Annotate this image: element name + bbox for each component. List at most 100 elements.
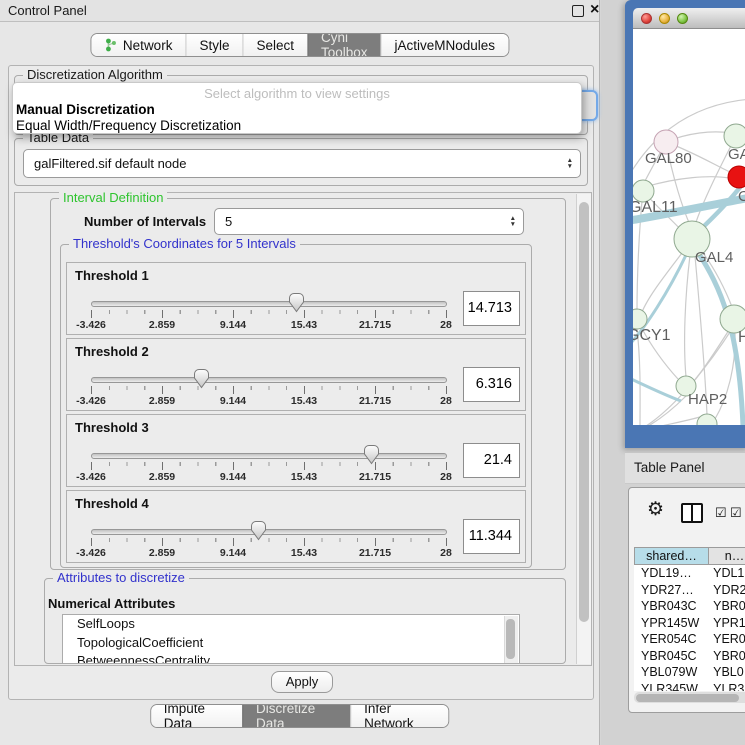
- tick-label: -3.426: [66, 547, 116, 559]
- tick-label: 15.43: [279, 471, 329, 483]
- threshold-label: Threshold 3: [75, 420, 149, 435]
- column-header-name[interactable]: n…: [709, 547, 745, 565]
- numerical-attributes-label: Numerical Attributes: [48, 596, 175, 611]
- checkbox-icon[interactable]: ☑: [715, 505, 727, 521]
- tab-infer-network[interactable]: Infer Network: [350, 705, 448, 727]
- dropdown-option-manual[interactable]: Manual Discretization: [16, 102, 155, 117]
- tick-label: 9.144: [208, 319, 258, 331]
- list-scrollbar-track[interactable]: [504, 616, 518, 664]
- table-row[interactable]: YDR27…YDR2…: [634, 582, 745, 599]
- tab-jactivemnodules[interactable]: jActiveMNodules: [381, 34, 509, 56]
- dropdown-prompt: Select algorithm to view settings: [13, 86, 581, 101]
- column-header-shared[interactable]: shared…: [634, 547, 709, 565]
- threshold-2-panel: Threshold 2 -3.426 2.859 9.144 15.43 21.…: [66, 338, 526, 411]
- node-label-gcy1: GCY1: [633, 327, 671, 344]
- threshold-3-panel: Threshold 3 -3.426 2.859 9.144 15.43 21.…: [66, 414, 526, 487]
- close-icon[interactable]: ×: [590, 1, 599, 19]
- cell: YER0…: [707, 631, 745, 648]
- close-traffic-light-icon[interactable]: [641, 13, 652, 24]
- table-row[interactable]: YLR345WYLR3…: [634, 681, 745, 692]
- tab-style[interactable]: Style: [185, 34, 242, 56]
- table-row[interactable]: YBR043CYBR0…: [634, 598, 745, 615]
- threshold-label: Threshold 2: [75, 344, 149, 359]
- slider-ticks: [91, 386, 448, 394]
- horizontal-scrollbar-thumb[interactable]: [636, 694, 739, 702]
- list-item[interactable]: SelfLoops: [63, 615, 519, 634]
- tab-impute-data[interactable]: Impute Data: [151, 705, 242, 727]
- numerical-attributes-list: SelfLoops TopologicalCoefficient Between…: [62, 614, 520, 664]
- tick-label: 9.144: [208, 547, 258, 559]
- tab-discretize-data[interactable]: Discretize Data: [242, 705, 350, 727]
- network-graph: GAL80 GA GAL11 GAL4 C GCY1 H HAP2: [633, 29, 745, 425]
- table-body: YDL19…YDL1… YDR27…YDR2… YBR043CYBR0… YPR…: [634, 565, 745, 691]
- threshold-value-field[interactable]: 14.713: [463, 291, 520, 326]
- slider-ticks: [91, 310, 448, 318]
- node-label-cut-top: GA: [728, 146, 745, 163]
- tick-label: 21.715: [350, 395, 400, 407]
- table-row[interactable]: YBR045CYBR0…: [634, 648, 745, 665]
- threshold-label: Threshold 4: [75, 496, 149, 511]
- list-scrollbar-thumb[interactable]: [506, 619, 515, 659]
- minimize-traffic-light-icon[interactable]: [659, 13, 670, 24]
- node-cut-bottom[interactable]: [697, 414, 717, 425]
- tick-label: 21.715: [350, 547, 400, 559]
- node-selected-red[interactable]: [728, 166, 745, 188]
- tab-label: Impute Data: [164, 704, 229, 728]
- checkbox-icon[interactable]: ☑: [730, 505, 742, 521]
- tab-select[interactable]: Select: [242, 34, 307, 56]
- cell: YDL19…: [634, 565, 707, 582]
- table-panel-titlebar: Table Panel: [625, 452, 745, 484]
- apply-button[interactable]: Apply: [271, 671, 333, 693]
- screen: Control Panel × Network Style Select Cyn…: [0, 0, 745, 745]
- table-row[interactable]: YPR145WYPR1…: [634, 615, 745, 632]
- tick-label: 2.859: [137, 319, 187, 331]
- network-tab-icon: [104, 38, 117, 52]
- number-of-intervals-combo[interactable]: 5 ▲▼: [214, 208, 524, 235]
- tab-label: Cyni Toolbox: [321, 33, 368, 57]
- tab-network[interactable]: Network: [91, 34, 186, 56]
- node-cut-top-right[interactable]: [724, 124, 745, 148]
- tick-label: 15.43: [279, 547, 329, 559]
- tick-label: 9.144: [208, 471, 258, 483]
- tab-cyni-toolbox[interactable]: Cyni Toolbox: [307, 34, 381, 56]
- tab-label: Style: [199, 38, 229, 53]
- panel-scrollbar-thumb[interactable]: [579, 202, 589, 622]
- table-row[interactable]: YER054CYER0…: [634, 631, 745, 648]
- dropdown-option-equal-width[interactable]: Equal Width/Frequency Discretization: [16, 118, 241, 133]
- float-window-icon[interactable]: [572, 5, 584, 17]
- control-panel-titlebar: Control Panel ×: [0, 0, 599, 22]
- tick-label: -3.426: [66, 395, 116, 407]
- cell: YLR345W: [634, 681, 707, 692]
- slider-track[interactable]: [91, 377, 447, 383]
- table-panel-title: Table Panel: [634, 460, 705, 475]
- tab-label: jActiveMNodules: [395, 38, 496, 53]
- algorithm-dropdown-popup: Select algorithm to view settings Manual…: [12, 82, 582, 134]
- slider-track[interactable]: [91, 529, 447, 535]
- network-canvas[interactable]: GAL80 GA GAL11 GAL4 C GCY1 H HAP2: [633, 29, 745, 425]
- group-title: Threshold's Coordinates for 5 Intervals: [69, 236, 300, 251]
- cell: YLR3…: [707, 681, 745, 692]
- table-data-combo[interactable]: galFiltered.sif default node ▲▼: [23, 149, 581, 178]
- threshold-value-field[interactable]: 6.316: [463, 367, 520, 402]
- horizontal-scrollbar-track[interactable]: [634, 692, 745, 703]
- gear-icon[interactable]: ⚙: [647, 498, 664, 521]
- network-window-titlebar[interactable]: [633, 8, 745, 29]
- cell: YBR0…: [707, 648, 745, 665]
- split-view-icon[interactable]: [681, 503, 703, 523]
- table-row[interactable]: YBL079WYBL0…: [634, 664, 745, 681]
- group-title: Attributes to discretize: [53, 570, 189, 585]
- list-item[interactable]: BetweennessCentrality: [63, 652, 519, 664]
- slider-track[interactable]: [91, 453, 447, 459]
- cell: YBL0…: [707, 664, 745, 681]
- tick-label: -3.426: [66, 319, 116, 331]
- combo-value: galFiltered.sif default node: [34, 156, 186, 171]
- cell: YBR045C: [634, 648, 707, 665]
- slider-track[interactable]: [91, 301, 447, 307]
- combo-spinner-icon: ▲▼: [510, 209, 516, 234]
- zoom-traffic-light-icon[interactable]: [677, 13, 688, 24]
- cell: YPR1…: [707, 615, 745, 632]
- list-item[interactable]: TopologicalCoefficient: [63, 634, 519, 653]
- threshold-value-field[interactable]: 21.4: [463, 443, 520, 478]
- threshold-value-field[interactable]: 11.344: [463, 519, 520, 554]
- table-row[interactable]: YDL19…YDL1…: [634, 565, 745, 582]
